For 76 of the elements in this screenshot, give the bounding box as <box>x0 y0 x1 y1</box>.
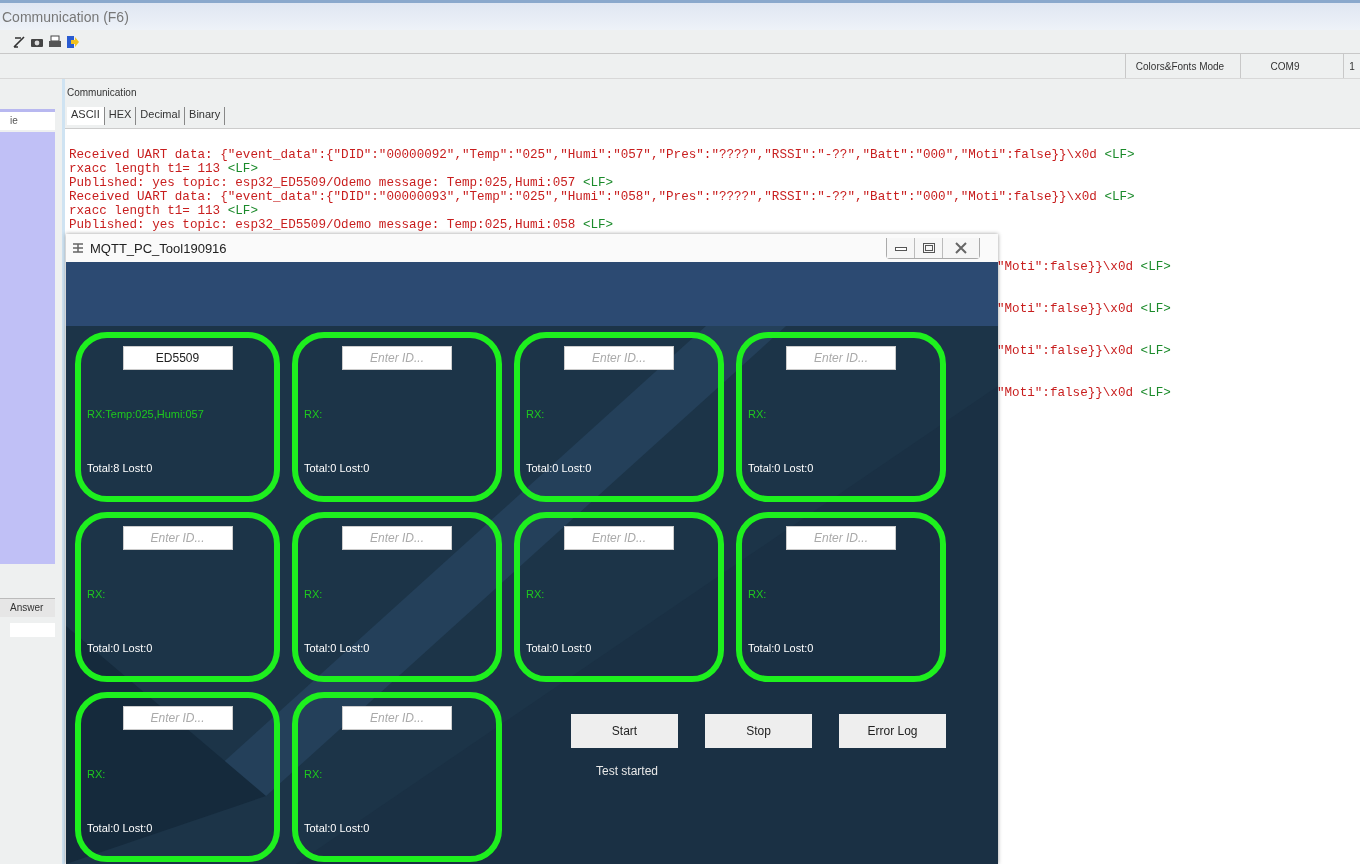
totals-text: Total:0 Lost:0 <box>526 462 592 474</box>
log-text: rxacc length t1= 113 <box>69 204 221 218</box>
id-field[interactable]: Enter ID... <box>342 346 452 370</box>
totals-text: Total:0 Lost:0 <box>748 462 814 474</box>
action-button[interactable]: Stop <box>705 714 812 748</box>
tab[interactable]: ASCII <box>67 107 105 125</box>
id-field[interactable]: Enter ID... <box>122 706 233 730</box>
tab[interactable]: Decimal <box>136 107 186 125</box>
close-button[interactable] <box>943 237 979 258</box>
exit-arrow-icon[interactable] <box>66 34 80 49</box>
name-field[interactable]: ie <box>0 109 55 130</box>
id-field[interactable]: Enter ID... <box>786 526 896 550</box>
line-feed-marker: <LF> <box>227 162 258 176</box>
line-feed-marker: <LF> <box>1140 386 1171 400</box>
totals-text: Total:0 Lost:0 <box>748 642 814 654</box>
totals-text: Total:0 Lost:0 <box>87 822 153 834</box>
line-feed-marker: <LF> <box>582 218 614 232</box>
id-field[interactable]: Enter ID... <box>122 526 233 550</box>
log-text: Published: yes topic: esp32_ED5509/Odemo message: Temp:025,Humi:058 <box>69 218 576 232</box>
log-text: rxacc length t1= 113 <box>69 162 221 176</box>
log-text: "Moti":false}}\x0d <box>997 344 1134 358</box>
tab[interactable]: Binary <box>185 107 226 125</box>
id-field[interactable]: ED5509 <box>122 346 233 370</box>
line-feed-marker: <LF> <box>1140 260 1171 274</box>
log-text: Received UART data: {"event_data":{"DID":"00000092","Temp":"025","Humi":"057","Pres":"????","RSSI":"-??","Batt":"000","Moti":false}}\x0d <box>69 148 1097 162</box>
totals-text: Total:0 Lost:0 <box>526 642 592 654</box>
status-cell: 1 <box>1343 54 1360 78</box>
status-text: Test started <box>595 764 659 778</box>
minimize-button[interactable] <box>887 237 915 258</box>
maximize-button[interactable] <box>915 237 943 258</box>
id-field[interactable]: Enter ID... <box>342 526 452 550</box>
line-feed-marker: <LF> <box>227 204 258 218</box>
totals-text: Total:8 Lost:0 <box>87 462 153 474</box>
rx-text: RX: <box>526 588 545 600</box>
line-feed-marker: <LF> <box>1104 190 1135 204</box>
rx-text: RX: <box>304 588 323 600</box>
status-cell: COM9 <box>1240 54 1329 78</box>
rx-text: RX: <box>748 588 767 600</box>
minimize-icon <box>894 244 907 251</box>
rx-text: RX: <box>87 768 106 780</box>
action-button[interactable]: Start <box>571 714 678 748</box>
app-icon <box>72 242 84 254</box>
rx-text: RX: <box>304 408 323 420</box>
log-text: Received UART data: {"event_data":{"DID":"00000093","Temp":"025","Humi":"058","Pres":"????","RSSI":"-??","Batt":"000","Moti":false}}\x0d <box>69 190 1097 204</box>
id-field[interactable]: Enter ID... <box>786 346 896 370</box>
totals-text: Total:0 Lost:0 <box>304 462 370 474</box>
log-text: "Moti":false}}\x0d <box>997 260 1134 274</box>
status-cell: Colors&Fonts Mode <box>1125 54 1234 78</box>
log-text: "Moti":false}}\x0d <box>997 302 1134 316</box>
totals-text: Total:0 Lost:0 <box>304 822 370 834</box>
panel-title: Communication <box>66 87 138 100</box>
close-icon <box>955 241 967 254</box>
totals-text: Total:0 Lost:0 <box>304 642 370 654</box>
maximize-icon <box>922 242 935 253</box>
id-field[interactable]: Enter ID... <box>564 526 674 550</box>
id-field[interactable]: Enter ID... <box>564 346 674 370</box>
rx-text: RX: <box>304 768 323 780</box>
edit-icon[interactable] <box>12 34 26 49</box>
line-feed-marker: <LF> <box>1104 148 1135 162</box>
log-text: Published: yes topic: esp32_ED5509/Odemo message: Temp:025,Humi:057 <box>69 176 576 190</box>
rx-text: RX: <box>87 588 106 600</box>
line-feed-marker: <LF> <box>1140 344 1171 358</box>
tab[interactable]: HEX <box>104 107 137 125</box>
log-text: "Moti":false}}\x0d <box>997 386 1134 400</box>
line-feed-marker: <LF> <box>582 176 614 190</box>
window-title: MQTT_PC_Tool190916 <box>90 240 227 256</box>
printer-icon[interactable] <box>48 34 62 49</box>
rx-text: RX: <box>526 408 545 420</box>
totals-text: Total:0 Lost:0 <box>87 642 153 654</box>
action-button[interactable]: Error Log <box>839 714 946 748</box>
answer-label: Answer <box>0 598 55 617</box>
rx-text: RX:Temp:025,Humi:057 <box>87 408 204 420</box>
id-field[interactable]: Enter ID... <box>342 706 452 730</box>
window-title: Communication (F6) <box>2 8 129 25</box>
rx-text: RX: <box>748 408 767 420</box>
line-feed-marker: <LF> <box>1140 302 1171 316</box>
